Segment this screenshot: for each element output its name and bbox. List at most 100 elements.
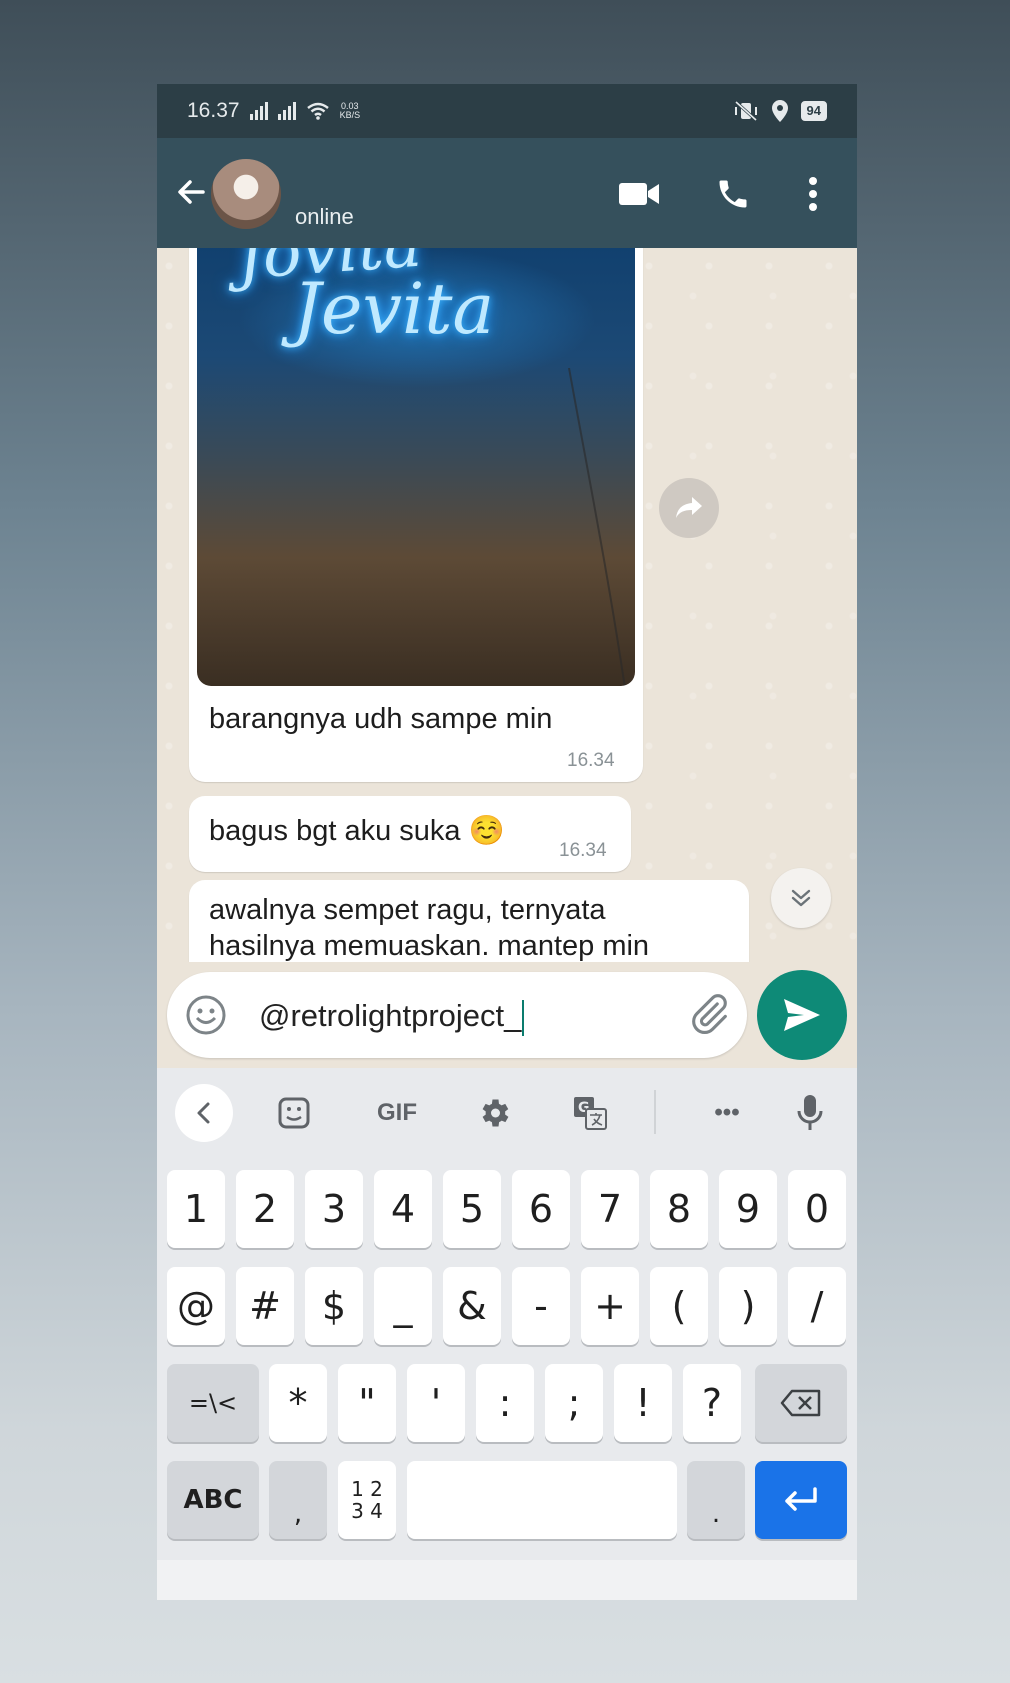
voice-call-icon: [719, 180, 747, 208]
back-button[interactable]: [171, 172, 211, 212]
key-symbol[interactable]: #: [236, 1267, 294, 1345]
key-symbol[interactable]: ): [719, 1267, 777, 1345]
key-label: 5: [459, 1187, 485, 1231]
key-label: 0: [804, 1187, 830, 1231]
key-label: :: [498, 1381, 512, 1425]
translate-icon: G: [574, 1097, 607, 1130]
video-call-button[interactable]: [617, 172, 661, 216]
enter-icon: [785, 1487, 817, 1511]
more-icon: •••: [714, 1099, 740, 1126]
space-key[interactable]: [407, 1461, 677, 1539]
send-button[interactable]: [757, 970, 847, 1060]
key-label: 8: [666, 1187, 692, 1231]
message-text: barangnya udh sampe min: [209, 703, 553, 735]
key-1[interactable]: 1: [167, 1170, 225, 1248]
backspace-icon: [780, 1389, 821, 1417]
key-label: 1: [183, 1187, 209, 1231]
key-label: @: [177, 1284, 215, 1328]
forward-icon: [676, 497, 702, 518]
keyboard-collapse-button[interactable]: [175, 1084, 233, 1142]
key-label: 2: [252, 1187, 278, 1231]
key-6[interactable]: 6: [512, 1170, 570, 1248]
key-4[interactable]: 4: [374, 1170, 432, 1248]
key-symbol[interactable]: -: [512, 1267, 570, 1345]
translate-button[interactable]: G: [561, 1084, 619, 1142]
signal-icon: [249, 102, 268, 120]
emoji-button[interactable]: [185, 994, 227, 1041]
abc-key[interactable]: ABC: [167, 1461, 259, 1539]
wifi-icon: [306, 102, 329, 120]
key-label: $: [321, 1284, 347, 1328]
key-symbol[interactable]: (: [650, 1267, 708, 1345]
chat-photo[interactable]: Jovita Jevita: [197, 248, 635, 686]
forward-button[interactable]: [659, 478, 719, 538]
contact-status: online: [295, 204, 354, 229]
image-message-bubble[interactable]: Jovita Jevita barangnya udh sampe min 16…: [189, 248, 643, 782]
message-bubble[interactable]: bagus bgt aku suka ☺️ 16.34: [189, 796, 631, 872]
key-2[interactable]: 2: [236, 1170, 294, 1248]
keyboard-toolbar: GIF G •••: [157, 1068, 857, 1158]
message-input[interactable]: @retrolightproject_: [259, 998, 525, 1036]
voice-call-button[interactable]: [711, 172, 755, 216]
contact-avatar[interactable]: [211, 159, 281, 229]
signal-icon-2: [277, 102, 296, 120]
location-icon: [771, 100, 788, 122]
keyboard-settings-button[interactable]: [465, 1084, 523, 1142]
key-label: +: [594, 1284, 626, 1328]
key-8[interactable]: 8: [650, 1170, 708, 1248]
network-speed: 0.03 KB/S: [340, 102, 361, 120]
gif-button[interactable]: GIF: [357, 1084, 437, 1142]
message-text-line1: awalnya sempet ragu, ternyata: [209, 894, 606, 926]
chat-header: online: [157, 138, 857, 248]
key-7[interactable]: 7: [581, 1170, 639, 1248]
sticker-button[interactable]: [265, 1084, 323, 1142]
key-10[interactable]: 0: [788, 1170, 846, 1248]
key-symbol[interactable]: ": [338, 1364, 396, 1442]
voice-input-button[interactable]: [785, 1084, 835, 1142]
key-symbol[interactable]: @: [167, 1267, 225, 1345]
scroll-down-button[interactable]: [771, 868, 831, 928]
key-3[interactable]: 3: [305, 1170, 363, 1248]
compose-bar: @retrolightproject_: [157, 962, 857, 1068]
key-symbol[interactable]: /: [788, 1267, 846, 1345]
key-symbol[interactable]: $: [305, 1267, 363, 1345]
settings-icon: [482, 1099, 509, 1127]
emoji-icon: [186, 995, 226, 1035]
backspace-key[interactable]: [755, 1364, 847, 1442]
period-key[interactable]: .: [687, 1461, 745, 1539]
attach-button[interactable]: [687, 992, 731, 1041]
message-time: 16.34: [559, 840, 607, 861]
key-symbol[interactable]: !: [614, 1364, 672, 1442]
key-label: 1 2 3 4: [351, 1477, 383, 1523]
more-options-button[interactable]: [791, 172, 835, 216]
key-5[interactable]: 5: [443, 1170, 501, 1248]
mic-icon: [797, 1095, 823, 1130]
enter-key[interactable]: [755, 1461, 847, 1539]
more-symbols-key[interactable]: =\<: [167, 1364, 259, 1442]
key-label: 4: [390, 1187, 416, 1231]
key-label: 7: [597, 1187, 623, 1231]
key-label: !: [635, 1381, 651, 1425]
key-symbol[interactable]: ?: [683, 1364, 741, 1442]
key-symbol[interactable]: :: [476, 1364, 534, 1442]
status-bar: 16.37 0.03 KB/S 94: [157, 84, 857, 138]
attach-icon: [692, 994, 727, 1034]
key-label: 3: [321, 1187, 347, 1231]
photo-neon-line2: Jevita: [293, 268, 495, 350]
key-symbol[interactable]: &: [443, 1267, 501, 1345]
key-label: 6: [528, 1187, 554, 1231]
key-symbol[interactable]: ': [407, 1364, 465, 1442]
message-bubble[interactable]: awalnya sempet ragu, ternyata hasilnya m…: [189, 880, 749, 962]
key-symbol[interactable]: _: [374, 1267, 432, 1345]
key-label: &: [457, 1284, 487, 1328]
key-symbol[interactable]: *: [269, 1364, 327, 1442]
key-symbol[interactable]: +: [581, 1267, 639, 1345]
key-symbol[interactable]: ;: [545, 1364, 603, 1442]
send-icon: [784, 999, 820, 1031]
more-toolbar-button[interactable]: •••: [687, 1084, 767, 1142]
comma-key[interactable]: ,: [269, 1461, 327, 1539]
key-9[interactable]: 9: [719, 1170, 777, 1248]
numpad-key[interactable]: 1 2 3 4: [338, 1461, 396, 1539]
key-label: ABC: [183, 1485, 243, 1515]
message-input-box[interactable]: @retrolightproject_: [167, 972, 747, 1058]
